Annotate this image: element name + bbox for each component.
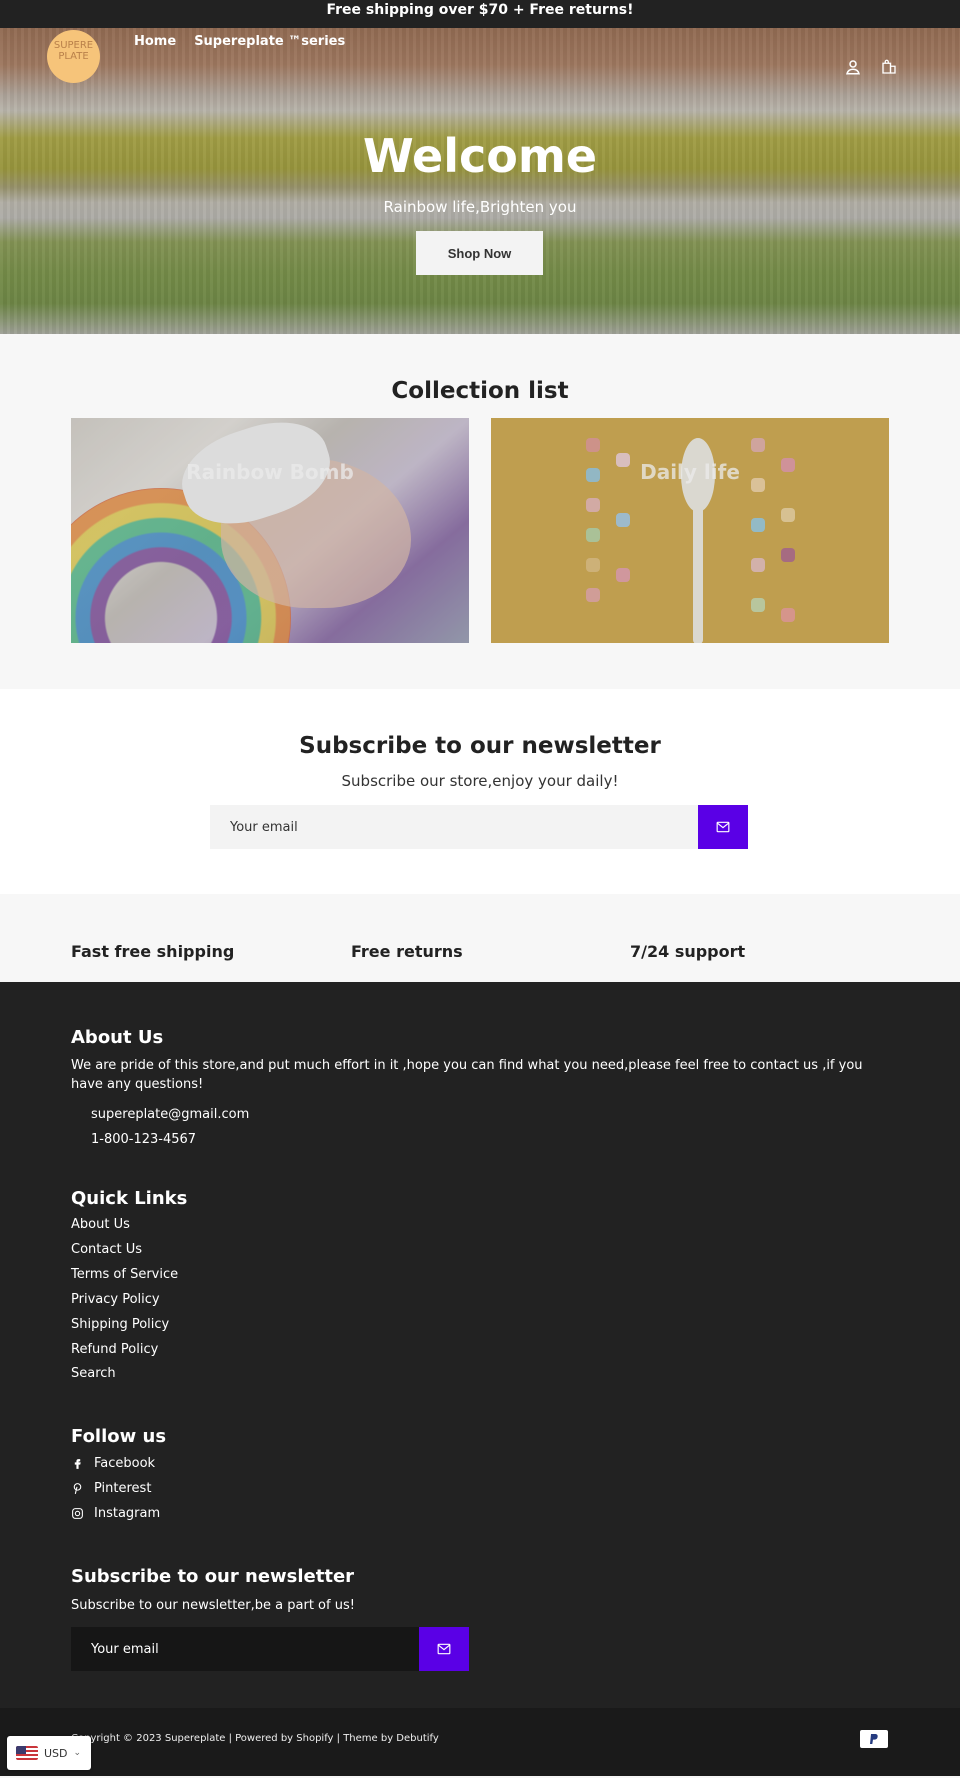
newsletter-subscribe-button[interactable] <box>698 805 748 849</box>
newsletter-email-input[interactable] <box>210 805 698 849</box>
footer-phone[interactable]: 1-800-123-4567 <box>91 1132 196 1147</box>
footer: About Us We are pride of this store,and … <box>0 982 960 1708</box>
newsletter-title: Subscribe to our newsletter <box>299 733 661 759</box>
us-flag-icon <box>16 1746 38 1760</box>
feature-support: 7/24 support <box>630 942 746 961</box>
hero-title: Welcome <box>362 129 598 183</box>
instagram-icon <box>72 1508 83 1519</box>
social-label: Pinterest <box>94 1481 152 1496</box>
footer-link-refund[interactable]: Refund Policy <box>71 1342 158 1357</box>
hero-subtitle: Rainbow life,Brighten you <box>383 198 577 216</box>
announcement-text: Free shipping over $70 + Free returns! <box>326 2 634 18</box>
footer-about-text: We are pride of this store,and put much … <box>71 1058 863 1092</box>
collection-card-rainbow-bomb[interactable]: Rainbow Bomb <box>71 418 469 643</box>
collection-list: Collection list Rainbow Bomb Daily life <box>0 334 960 689</box>
collection-label: Daily life <box>640 460 740 484</box>
cart-icon[interactable] <box>880 58 898 76</box>
footer-link-about[interactable]: About Us <box>71 1217 130 1232</box>
paypal-icon <box>860 1730 888 1748</box>
footer-newsletter-title: Subscribe to our newsletter <box>71 1566 355 1587</box>
chevron-down-icon: ⌄ <box>73 1748 82 1758</box>
footer-newsletter-form <box>71 1627 469 1671</box>
footer-social-facebook[interactable]: Facebook <box>71 1456 155 1471</box>
logo-text-line1: SUPERE <box>53 40 94 51</box>
main-nav: Home Supereplate ™series <box>134 34 345 49</box>
facebook-icon <box>74 1459 81 1469</box>
feature-shipping: Fast free shipping <box>71 942 235 961</box>
nav-item-series[interactable]: Supereplate ™series <box>194 34 345 49</box>
currency-selector[interactable]: USD ⌄ <box>7 1736 91 1770</box>
collection-label: Rainbow Bomb <box>186 460 354 484</box>
footer-link-shipping[interactable]: Shipping Policy <box>71 1317 169 1332</box>
feature-returns: Free returns <box>351 942 463 961</box>
footer-newsletter-text: Subscribe to our newsletter,be a part of… <box>71 1598 355 1613</box>
mail-icon <box>437 1643 451 1655</box>
footer-subscribe-button[interactable] <box>419 1627 469 1671</box>
newsletter-subtitle: Subscribe our store,enjoy your daily! <box>341 772 619 790</box>
card-overlay <box>491 418 889 643</box>
footer-link-terms[interactable]: Terms of Service <box>71 1267 178 1282</box>
footer-email-input[interactable] <box>71 1627 419 1671</box>
footer-link-search[interactable]: Search <box>71 1366 116 1381</box>
footer-social-pinterest[interactable]: Pinterest <box>71 1481 151 1496</box>
hero-banner: SUPERE PLATE Home Supereplate ™series We… <box>0 28 960 334</box>
currency-code: USD <box>44 1746 68 1760</box>
social-label: Instagram <box>94 1506 161 1521</box>
card-overlay <box>71 418 469 643</box>
nav-item-home[interactable]: Home <box>134 34 176 49</box>
header-icons <box>844 58 898 76</box>
logo-text-line2: PLATE <box>58 51 89 62</box>
collection-list-title: Collection list <box>391 378 569 404</box>
mail-icon <box>716 821 730 833</box>
account-icon[interactable] <box>844 58 862 76</box>
newsletter-form <box>210 805 748 849</box>
footer-follow-title: Follow us <box>71 1426 167 1447</box>
copyright-text: Copyright © 2023 Supereplate | Powered b… <box>71 1733 439 1744</box>
social-label: Facebook <box>94 1456 156 1471</box>
footer-about-title: About Us <box>71 1027 164 1048</box>
pinterest-icon <box>73 1483 82 1495</box>
shop-now-button[interactable]: Shop Now <box>416 231 543 275</box>
footer-social-instagram[interactable]: Instagram <box>71 1506 160 1521</box>
footer-link-privacy[interactable]: Privacy Policy <box>71 1292 160 1307</box>
features-bar: Fast free shipping Free returns 7/24 sup… <box>0 894 960 982</box>
footer-email[interactable]: supereplate@gmail.com <box>91 1107 249 1122</box>
footer-bottom-bar: Copyright © 2023 Supereplate | Powered b… <box>0 1708 960 1776</box>
collection-card-daily-life[interactable]: Daily life <box>491 418 889 643</box>
footer-link-contact[interactable]: Contact Us <box>71 1242 142 1257</box>
footer-quick-links-title: Quick Links <box>71 1188 188 1209</box>
announcement-bar: Free shipping over $70 + Free returns! <box>0 0 960 28</box>
store-logo[interactable]: SUPERE PLATE <box>47 30 100 83</box>
newsletter-section: Subscribe to our newsletter Subscribe ou… <box>0 689 960 894</box>
paypal-mark <box>870 1733 878 1744</box>
